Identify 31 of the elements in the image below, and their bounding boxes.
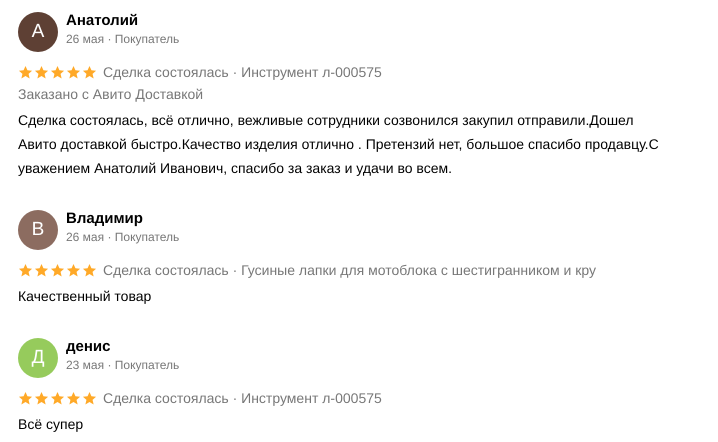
star-icon <box>34 390 49 406</box>
star-icon <box>66 390 81 406</box>
star-icon <box>66 64 81 80</box>
star-icon <box>82 262 97 278</box>
review-meta: 26 мая · Покупатель <box>66 230 180 244</box>
review-text: Всё супер <box>18 415 84 434</box>
reviewer-name: Анатолий <box>66 12 140 29</box>
review-text: Качественный товар <box>18 287 152 306</box>
star-icon <box>50 390 65 406</box>
star-icon <box>18 262 33 278</box>
deal-info: Сделка состоялась · Инструмент л-000575 <box>103 64 382 80</box>
reviewer-name: денис <box>66 338 112 355</box>
star-icon <box>50 64 65 80</box>
avatar: Д <box>18 338 58 378</box>
delivery-note: Заказано с Авито Доставкой <box>18 86 204 102</box>
deal-info: Сделка состоялась · Гусиные лапки для мотоблока с шестигранником и кру <box>103 262 596 278</box>
deal-info: Сделка состоялась · Инструмент л-000575 <box>103 390 382 406</box>
star-icon <box>18 390 33 406</box>
star-icon <box>82 390 97 406</box>
reviewer-name: Владимир <box>66 210 144 227</box>
avatar: А <box>18 12 58 52</box>
star-icon <box>66 262 81 278</box>
star-icon <box>34 262 49 278</box>
star-icon <box>34 64 49 80</box>
star-icon <box>82 64 97 80</box>
star-icon <box>50 262 65 278</box>
review-text: Сделка состоялась, всё отлично, вежливые сотрудники созвонился закупил отправили.Дошел Авито доставкой быстро.Качество изделия отлично . Претензий нет, большое спасибо продавцу.С уважением Анатолий Иванович, спасибо за заказ и удачи во всем. <box>18 111 660 178</box>
review-meta: 26 мая · Покупатель <box>66 32 180 46</box>
star-icon <box>18 64 33 80</box>
review-meta: 23 мая · Покупатель <box>66 358 180 372</box>
avatar: В <box>18 210 58 250</box>
